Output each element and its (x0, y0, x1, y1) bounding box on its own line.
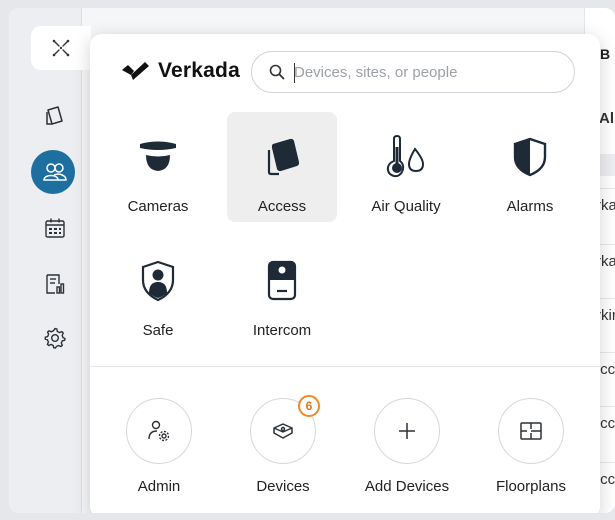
background-header-text: B (600, 46, 611, 62)
shortcut-admin[interactable]: Admin (99, 398, 219, 508)
plus-icon (399, 423, 415, 439)
people-icon (43, 163, 67, 181)
product-label: Safe (142, 322, 174, 339)
shortcut-add-devices[interactable]: Add Devices (347, 398, 467, 508)
product-label: Intercom (252, 322, 312, 339)
background-column-label: All (599, 110, 615, 127)
product-label: Access (257, 198, 307, 215)
devices-count-badge: 6 (298, 395, 320, 417)
shortcut-devices[interactable]: 6 Devices (223, 395, 343, 508)
floorplan-icon (520, 422, 542, 440)
shortcut-label: Admin (137, 478, 181, 495)
shortcut-label: Add Devices (364, 478, 450, 495)
safe-shield-person-icon (135, 258, 181, 304)
product-tile-air-quality[interactable]: Air Quality (351, 112, 461, 222)
air-quality-icon (383, 134, 429, 180)
brand: Verkada (120, 59, 240, 83)
product-tile-cameras[interactable]: Cameras (103, 112, 213, 222)
admin-gear-person-icon (148, 420, 170, 442)
reports-icon (46, 274, 65, 294)
camera-icon (135, 134, 181, 180)
app-window: B All rka rka rkir .cc .cc .cc (9, 8, 615, 513)
app-switcher-panel: Verkada Cameras Access Air Qu (90, 34, 600, 513)
product-label: Cameras (127, 198, 189, 215)
product-label: Alarms (506, 198, 554, 215)
device-icon (273, 423, 293, 439)
search-box[interactable] (251, 51, 575, 93)
product-tile-alarms[interactable]: Alarms (475, 112, 585, 222)
shortcut-circle (126, 398, 192, 464)
app-grid-icon (52, 39, 70, 57)
product-label: Air Quality (371, 198, 441, 215)
brand-name: Verkada (158, 59, 240, 82)
gear-icon (44, 327, 66, 349)
calendar-icon (45, 218, 65, 238)
sidebar-item-access[interactable] (31, 92, 79, 140)
shortcut-label: Floorplans (495, 478, 567, 495)
intercom-icon (259, 258, 305, 304)
sidebar-item-reports[interactable] (31, 260, 79, 308)
product-tile-intercom[interactable]: Intercom (227, 236, 337, 346)
shortcut-circle (498, 398, 564, 464)
text-caret (294, 63, 295, 83)
alarm-shield-icon (507, 134, 553, 180)
section-divider (90, 366, 600, 367)
shortcut-circle: 6 (250, 395, 320, 464)
search-input[interactable] (292, 62, 566, 82)
access-card-icon (259, 134, 305, 180)
shortcut-circle (374, 398, 440, 464)
product-tile-access[interactable]: Access (227, 112, 337, 222)
sidebar-item-calendar[interactable] (31, 204, 79, 252)
shortcut-floorplans[interactable]: Floorplans (471, 398, 591, 508)
access-card-icon (46, 106, 63, 125)
sidebar-item-people[interactable] (31, 148, 79, 196)
sidebar-item-settings[interactable] (31, 314, 79, 362)
product-tile-safe[interactable]: Safe (103, 236, 213, 346)
shortcut-label: Devices (256, 478, 310, 495)
app-launcher-button[interactable] (31, 26, 91, 70)
verkada-logo (122, 62, 149, 80)
search-icon (268, 63, 286, 81)
